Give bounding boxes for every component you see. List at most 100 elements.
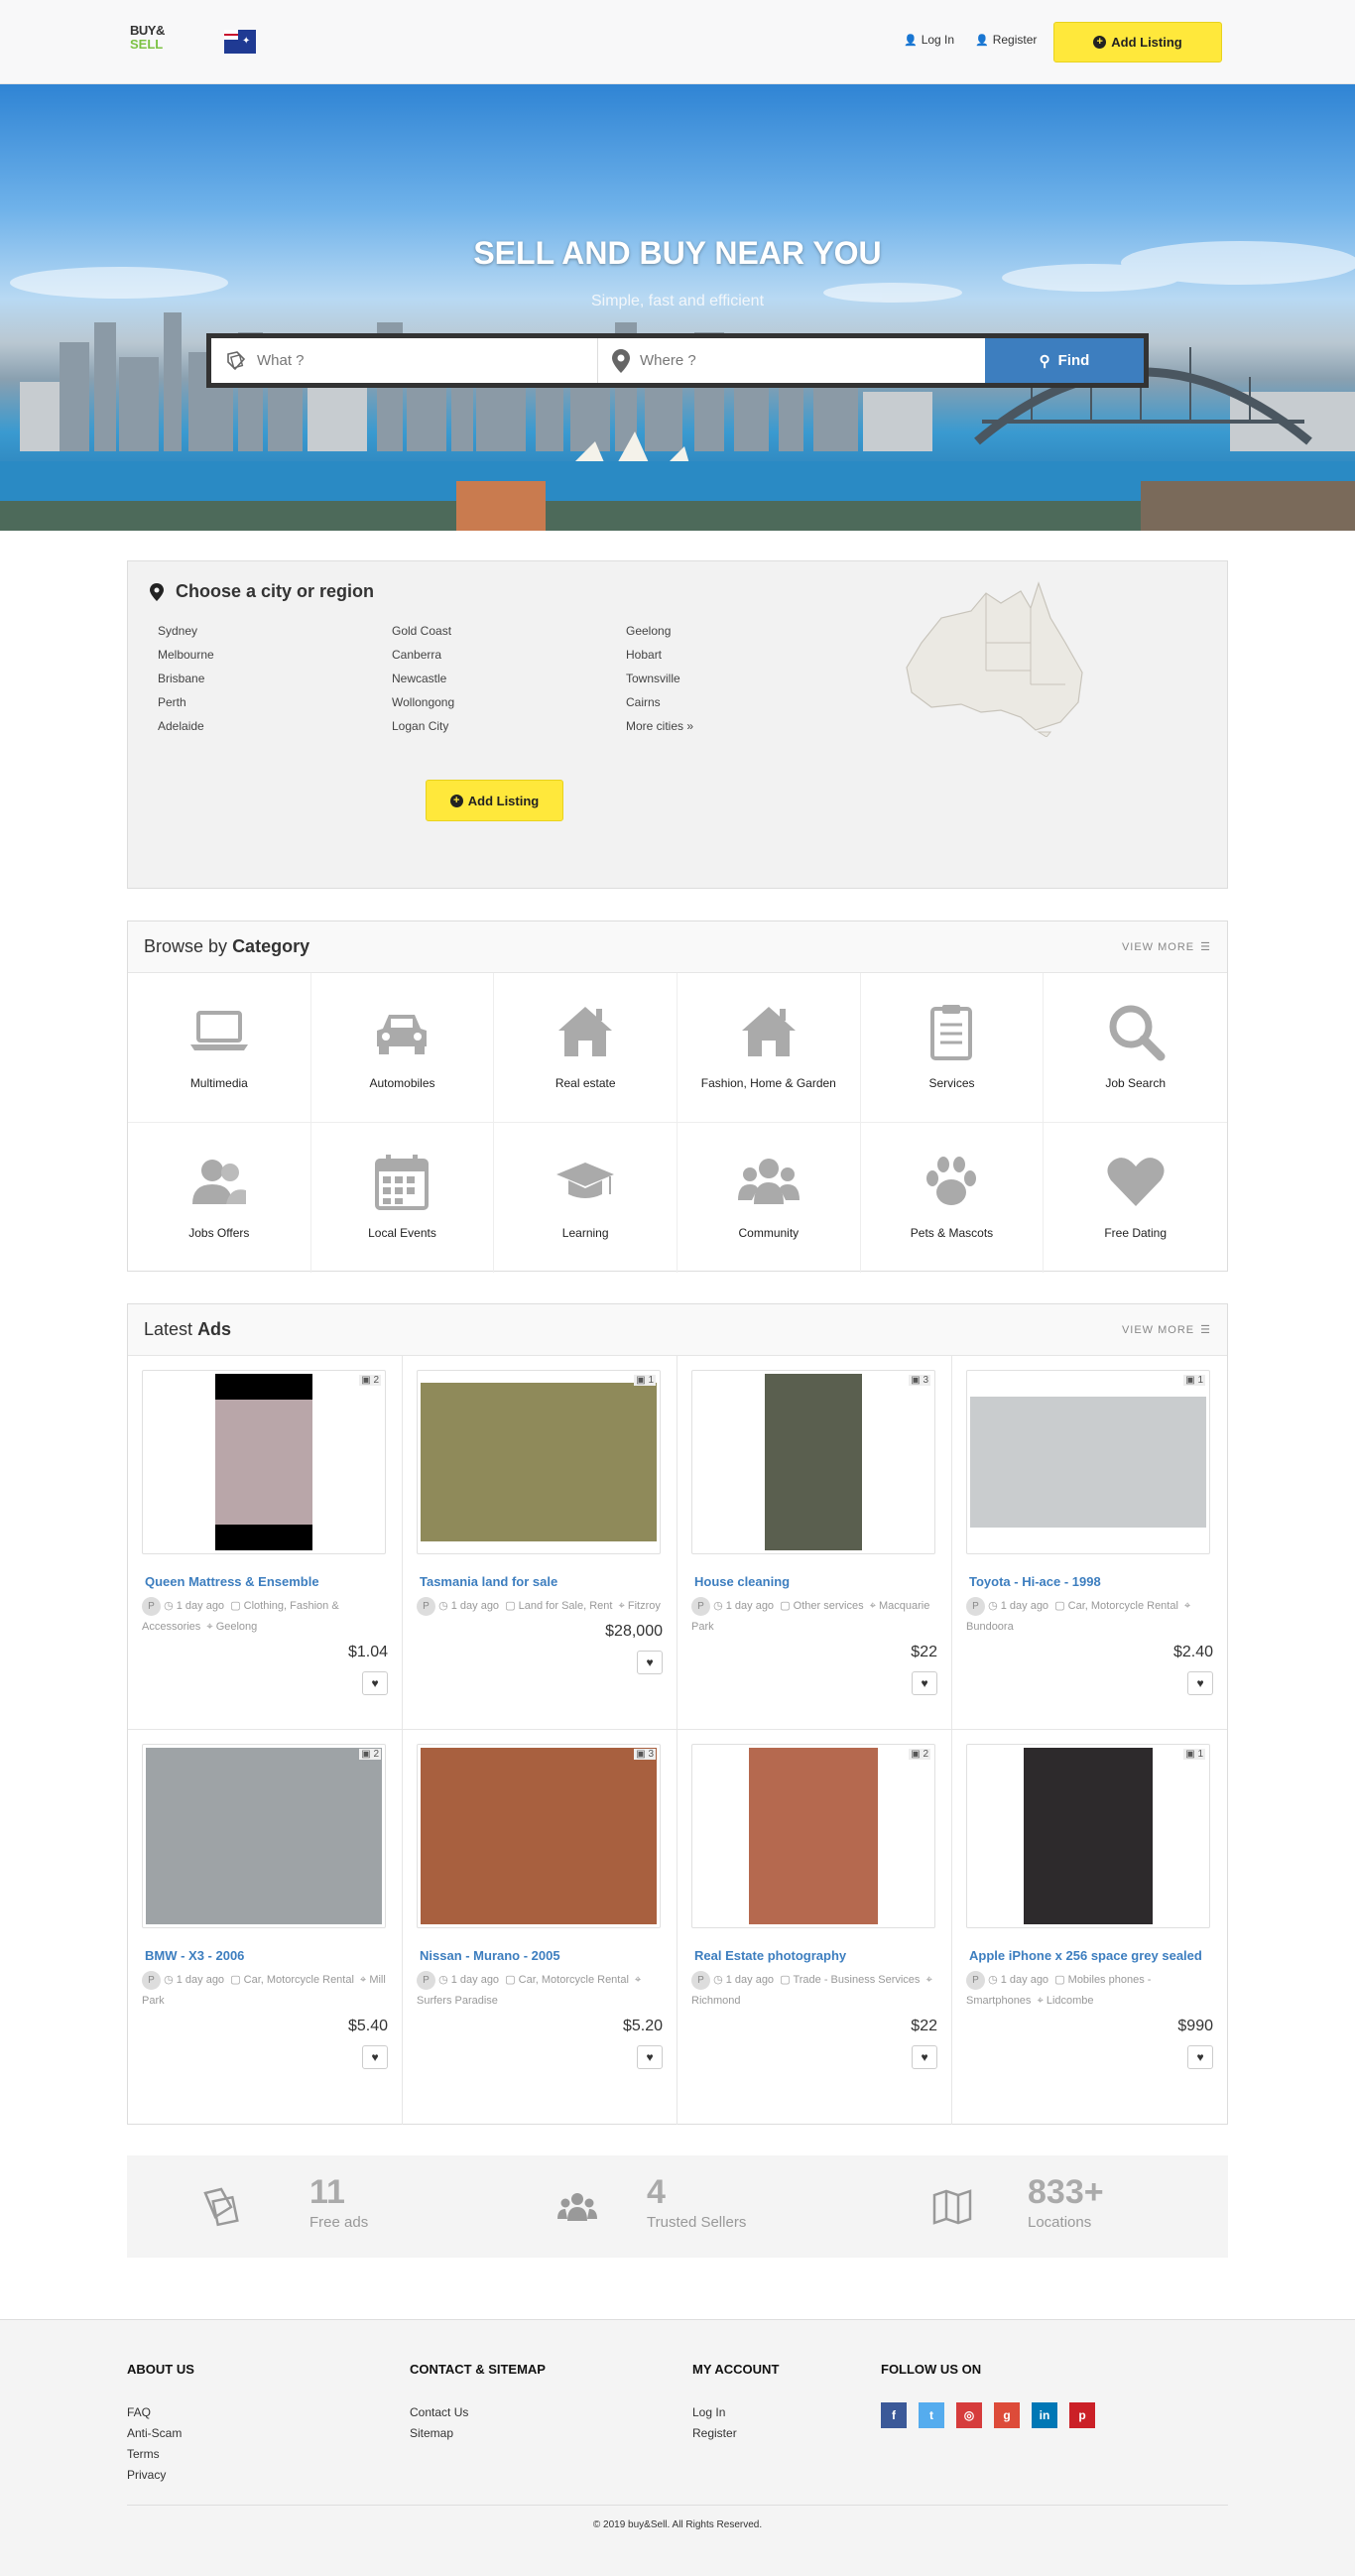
ad-location[interactable]: Fitzroy: [628, 1600, 661, 1612]
category-fashion-home-garden[interactable]: Fashion, Home & Garden: [678, 973, 861, 1123]
facebook-icon[interactable]: f: [881, 2402, 907, 2428]
category-jobs-offers[interactable]: Jobs Offers: [128, 1123, 311, 1273]
favorite-button[interactable]: ♥: [1187, 1671, 1213, 1695]
favorite-button[interactable]: ♥: [1187, 2045, 1213, 2069]
city-link[interactable]: Wollongong: [392, 690, 454, 714]
avatar[interactable]: P: [142, 1970, 161, 1990]
category-automobiles[interactable]: Automobiles: [310, 973, 495, 1123]
city-link[interactable]: Perth: [158, 690, 214, 714]
ad-location[interactable]: Geelong: [216, 1621, 258, 1633]
avatar[interactable]: P: [142, 1596, 161, 1616]
category-community[interactable]: Community: [678, 1123, 861, 1273]
favorite-button[interactable]: ♥: [362, 2045, 388, 2069]
avatar[interactable]: P: [966, 1970, 985, 1990]
instagram-icon[interactable]: ◎: [956, 2402, 982, 2428]
city-link[interactable]: Newcastle: [392, 667, 454, 690]
ad-title[interactable]: BMW - X3 - 2006: [142, 1946, 388, 1966]
ad-title[interactable]: House cleaning: [691, 1572, 937, 1592]
ad-thumbnail[interactable]: ▣ 1: [417, 1370, 661, 1554]
ads-view-more-link[interactable]: VIEW MORE ☰: [1122, 1323, 1211, 1337]
ad-card[interactable]: ▣ 1 Tasmania land for sale P ◷ 1 day ago ▢…: [403, 1356, 678, 1730]
city-link[interactable]: Townsville: [626, 667, 693, 690]
ad-category[interactable]: Car, Motorcycle Rental: [519, 1974, 629, 1986]
avatar[interactable]: P: [691, 1596, 710, 1616]
category-view-more-link[interactable]: VIEW MORE ☰: [1122, 940, 1211, 954]
avatar[interactable]: P: [966, 1596, 985, 1616]
footer-link-anti-scam[interactable]: Anti-Scam: [127, 2423, 194, 2444]
category-pets-mascots[interactable]: Pets & Mascots: [861, 1123, 1045, 1273]
australia-flag-icon[interactable]: [224, 30, 256, 54]
pinterest-icon[interactable]: p: [1069, 2402, 1095, 2428]
ad-card[interactable]: ▣ 2 Real Estate photography P ◷ 1 day ago …: [678, 1730, 952, 2125]
category-real-estate[interactable]: Real estate: [494, 973, 678, 1123]
avatar[interactable]: P: [417, 1596, 435, 1616]
ad-card[interactable]: ▣ 2 Queen Mattress & Ensemble P ◷ 1 day ag…: [128, 1356, 403, 1730]
ad-card[interactable]: ▣ 3 House cleaning P ◷ 1 day ago ▢ Other s…: [678, 1356, 952, 1730]
ad-title[interactable]: Queen Mattress & Ensemble: [142, 1572, 388, 1592]
ad-card[interactable]: ▣ 3 Nissan - Murano - 2005 P ◷ 1 day ago ▢…: [403, 1730, 678, 2125]
what-search-input[interactable]: What ?: [211, 338, 598, 383]
ad-category[interactable]: Car, Motorcycle Rental: [1068, 1600, 1178, 1612]
ad-location[interactable]: Lidcombe: [1047, 1995, 1094, 2007]
favorite-button[interactable]: ♥: [637, 2045, 663, 2069]
avatar[interactable]: P: [691, 1970, 710, 1990]
city-link[interactable]: Brisbane: [158, 667, 214, 690]
ad-location[interactable]: Richmond: [691, 1995, 741, 2007]
find-button[interactable]: ⚲ Find: [985, 338, 1144, 383]
city-link[interactable]: Gold Coast: [392, 619, 454, 643]
google-plus-icon[interactable]: g: [994, 2402, 1020, 2428]
australia-map[interactable]: [902, 573, 1090, 737]
avatar[interactable]: P: [417, 1970, 435, 1990]
ad-thumbnail[interactable]: ▣ 1: [966, 1744, 1210, 1928]
ad-category[interactable]: Trade - Business Services: [793, 1974, 920, 1986]
category-job-search[interactable]: Job Search: [1044, 973, 1227, 1123]
favorite-button[interactable]: ♥: [912, 2045, 937, 2069]
ad-thumbnail[interactable]: ▣ 1: [966, 1370, 1210, 1554]
category-multimedia[interactable]: Multimedia: [128, 973, 311, 1123]
ad-title[interactable]: Tasmania land for sale: [417, 1572, 663, 1592]
footer-link-register[interactable]: Register: [692, 2423, 779, 2444]
more-cities-link[interactable]: More cities »: [626, 714, 693, 738]
ad-title[interactable]: Toyota - Hi-ace - 1998: [966, 1572, 1213, 1592]
ad-card[interactable]: ▣ 1 Apple iPhone x 256 space grey sealed P…: [952, 1730, 1227, 2125]
ad-category[interactable]: Car, Motorcycle Rental: [244, 1974, 354, 1986]
category-free-dating[interactable]: Free Dating: [1044, 1123, 1227, 1273]
ad-title[interactable]: Apple iPhone x 256 space grey sealed: [966, 1946, 1213, 1966]
ad-title[interactable]: Real Estate photography: [691, 1946, 937, 1966]
ad-card[interactable]: ▣ 1 Toyota - Hi-ace - 1998 P ◷ 1 day ago ▢…: [952, 1356, 1227, 1730]
ad-thumbnail[interactable]: ▣ 2: [691, 1744, 935, 1928]
favorite-button[interactable]: ♥: [637, 1651, 663, 1674]
category-learning[interactable]: Learning: [494, 1123, 678, 1273]
ad-category[interactable]: Land for Sale, Rent: [519, 1600, 613, 1612]
footer-link-contact-us[interactable]: Contact Us: [410, 2402, 546, 2423]
ad-location[interactable]: Surfers Paradise: [417, 1995, 498, 2007]
city-link[interactable]: Sydney: [158, 619, 214, 643]
add-listing-button[interactable]: + Add Listing: [1053, 22, 1222, 62]
ad-title[interactable]: Nissan - Murano - 2005: [417, 1946, 663, 1966]
category-services[interactable]: Services: [860, 973, 1045, 1123]
footer-link-sitemap[interactable]: Sitemap: [410, 2423, 546, 2444]
ad-thumbnail[interactable]: ▣ 2: [142, 1370, 386, 1554]
ad-thumbnail[interactable]: ▣ 3: [417, 1744, 661, 1928]
city-link[interactable]: Melbourne: [158, 643, 214, 667]
register-link[interactable]: 👤 Register: [975, 33, 1037, 47]
footer-link-privacy[interactable]: Privacy: [127, 2465, 194, 2486]
favorite-button[interactable]: ♥: [362, 1671, 388, 1695]
city-link[interactable]: Geelong: [626, 619, 693, 643]
linkedin-icon[interactable]: in: [1032, 2402, 1057, 2428]
ad-thumbnail[interactable]: ▣ 3: [691, 1370, 935, 1554]
city-link[interactable]: Logan City: [392, 714, 454, 738]
city-link[interactable]: Cairns: [626, 690, 693, 714]
twitter-icon[interactable]: t: [919, 2402, 944, 2428]
city-add-listing-button[interactable]: + Add Listing: [426, 780, 563, 821]
footer-link-login[interactable]: Log In: [692, 2402, 779, 2423]
favorite-button[interactable]: ♥: [912, 1671, 937, 1695]
city-link[interactable]: Canberra: [392, 643, 454, 667]
ad-thumbnail[interactable]: ▣ 2: [142, 1744, 386, 1928]
category-local-events[interactable]: Local Events: [311, 1123, 495, 1273]
ad-category[interactable]: Other services: [794, 1600, 864, 1612]
footer-link-terms[interactable]: Terms: [127, 2444, 194, 2465]
ad-card[interactable]: ▣ 2 BMW - X3 - 2006 P ◷ 1 day ago ▢ Car, M…: [128, 1730, 403, 2125]
login-link[interactable]: 👤 Log In: [904, 33, 954, 47]
ad-location[interactable]: Bundoora: [966, 1621, 1014, 1633]
